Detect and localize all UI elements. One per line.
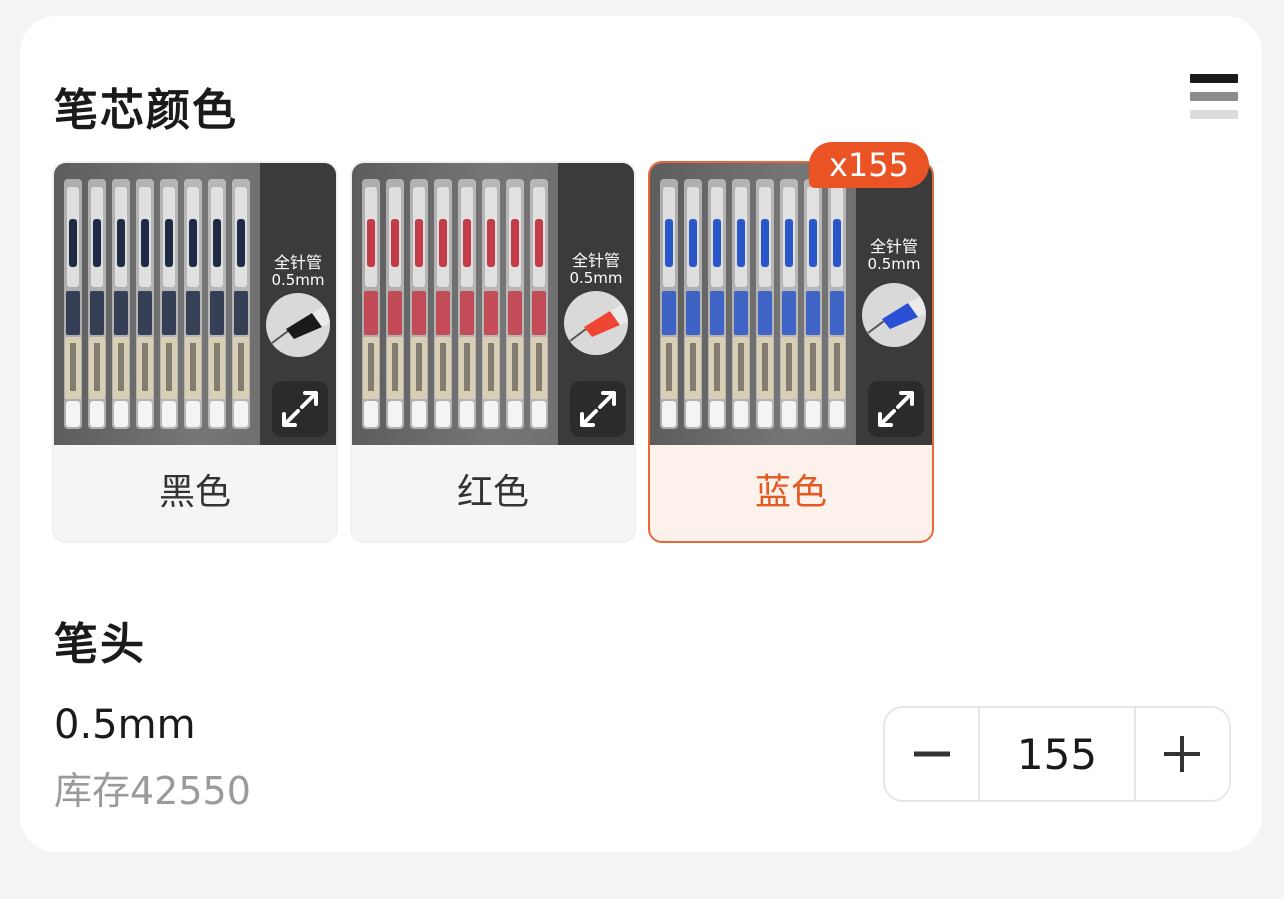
product-image: 全针管 0.5mm <box>352 163 634 445</box>
tip-spec-value: 0.5mm <box>54 702 196 748</box>
pen-graphic <box>208 179 226 429</box>
increase-button[interactable] <box>1136 708 1229 800</box>
minus-icon <box>913 751 950 757</box>
image-side-panel: 全针管 0.5mm <box>558 163 634 445</box>
color-option-black[interactable]: 全针管 0.5mm 黑色 <box>52 161 338 543</box>
tip-size-label: 0.5mm <box>867 255 921 273</box>
tube-label: 全针管 <box>273 253 322 272</box>
pen-graphic <box>136 179 154 429</box>
pen-graphic <box>64 179 82 429</box>
pen-graphic <box>232 179 250 429</box>
pens-illustration <box>660 179 846 429</box>
pen-graphic <box>660 179 678 429</box>
color-section-title: 笔芯颜色 <box>54 85 238 136</box>
plus-icon <box>1164 736 1201 772</box>
expand-icon[interactable] <box>570 381 626 437</box>
pen-graphic <box>804 179 822 429</box>
color-option-blue[interactable]: 全针管 0.5mm 蓝色 <box>648 161 934 543</box>
pen-graphic <box>88 179 106 429</box>
view-toggle-bar-3 <box>1190 110 1238 119</box>
view-toggle-bar-1 <box>1190 74 1238 83</box>
pen-graphic <box>362 179 380 429</box>
pen-graphic <box>160 179 178 429</box>
pen-graphic <box>732 179 750 429</box>
color-option-label: 蓝色 <box>754 472 827 513</box>
tube-label: 全针管 <box>869 237 918 256</box>
pen-graphic <box>780 179 798 429</box>
pen-graphic <box>530 179 548 429</box>
pen-graphic <box>112 179 130 429</box>
pen-graphic <box>756 179 774 429</box>
image-side-panel: 全针管 0.5mm <box>260 163 336 445</box>
product-image: 全针管 0.5mm <box>54 163 336 445</box>
product-image: 全针管 0.5mm <box>650 163 932 445</box>
tip-section-title: 笔头 <box>54 619 146 670</box>
pen-graphic <box>482 179 500 429</box>
pen-graphic <box>828 179 846 429</box>
pen-graphic <box>684 179 702 429</box>
pen-graphic <box>410 179 428 429</box>
pen-graphic <box>434 179 452 429</box>
tip-size-label: 0.5mm <box>271 271 325 289</box>
color-option-label: 黑色 <box>158 472 231 513</box>
quantity-input[interactable]: 155 <box>978 708 1136 800</box>
color-option-label: 红色 <box>456 472 529 513</box>
pen-graphic <box>708 179 726 429</box>
stock-count: 库存42550 <box>54 769 251 813</box>
expand-icon[interactable] <box>868 381 924 437</box>
color-option-red[interactable]: 全针管 0.5mm 红色 <box>350 161 636 543</box>
pen-tip-closeup <box>266 293 330 357</box>
decrease-button[interactable] <box>885 708 978 800</box>
pens-illustration <box>362 179 548 429</box>
pen-tip-closeup <box>564 291 628 355</box>
view-toggle-bar-2 <box>1190 92 1238 101</box>
pen-graphic <box>386 179 404 429</box>
quantity-stepper: 155 <box>883 706 1231 802</box>
tube-label: 全针管 <box>571 251 620 270</box>
pen-tip-closeup <box>862 283 926 347</box>
image-side-panel: 全针管 0.5mm <box>856 163 932 445</box>
tip-size-label: 0.5mm <box>569 269 623 287</box>
pen-graphic <box>506 179 524 429</box>
expand-icon[interactable] <box>272 381 328 437</box>
pen-graphic <box>458 179 476 429</box>
selected-quantity-badge: x155 <box>809 142 929 188</box>
pen-graphic <box>184 179 202 429</box>
view-mode-toggle[interactable] <box>1190 74 1240 122</box>
sku-selector-card: 笔芯颜色 全针管 0.5mm 黑色 全针管 0.5mm 红色 全针管 0.5mm… <box>20 16 1262 852</box>
pens-illustration <box>64 179 250 429</box>
